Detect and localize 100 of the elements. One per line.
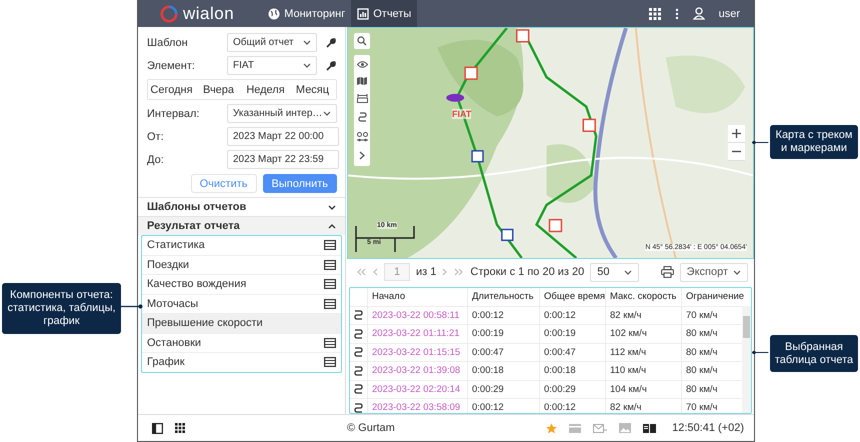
page-count: из 1 bbox=[416, 266, 436, 278]
zoom-in-button[interactable] bbox=[728, 125, 745, 143]
table-icon bbox=[324, 240, 336, 250]
map-layers-icon[interactable] bbox=[357, 77, 367, 85]
nav-tab[interactable]: Отчеты bbox=[351, 0, 418, 27]
more-icon[interactable] bbox=[674, 8, 679, 20]
table-cell: 0:00:47 bbox=[468, 344, 540, 361]
field-label: До: bbox=[147, 154, 165, 166]
time-link[interactable]: 2023-03-22 02:20:14 bbox=[368, 380, 468, 398]
leader-line bbox=[121, 304, 143, 309]
ruler-icon[interactable] bbox=[356, 94, 368, 103]
copyright-text: © Gurtam bbox=[347, 422, 395, 434]
field-label: Интервал: bbox=[147, 108, 200, 120]
report-component[interactable]: Статистика bbox=[142, 236, 341, 256]
table-cell: 0:00:47 bbox=[540, 344, 606, 361]
table-icon bbox=[324, 338, 336, 348]
star-icon[interactable] bbox=[546, 422, 558, 434]
section-header[interactable]: Результат отчета bbox=[138, 216, 345, 235]
caret-icon bbox=[303, 63, 311, 68]
table-cell: 104 км/ч bbox=[606, 380, 682, 398]
caret-icon bbox=[733, 270, 741, 274]
template-select[interactable]: Общий отчет bbox=[227, 33, 317, 52]
table-cell-text: 80 км/ч bbox=[685, 346, 718, 360]
date-field[interactable]: 2023 Март 22 23:59 bbox=[227, 150, 339, 169]
eye-icon[interactable] bbox=[356, 61, 368, 68]
table-cell: 102 км/ч bbox=[606, 325, 682, 342]
globe-icon bbox=[268, 8, 280, 20]
apps-icon[interactable] bbox=[648, 8, 661, 20]
table-cell: 0:00:19 bbox=[468, 325, 540, 342]
field-label: Элемент: bbox=[147, 60, 196, 72]
date-field[interactable]: 2023 Март 22 00:00 bbox=[227, 127, 339, 146]
callout-box: Компоненты отчета: статистика, таблицы, график bbox=[2, 283, 121, 334]
time-link[interactable]: 2023-03-22 01:15:15 bbox=[368, 344, 468, 361]
table-cell: 0:00:12 bbox=[468, 399, 540, 413]
table-cell-text: 70 км/ч bbox=[685, 401, 718, 413]
export-button[interactable]: Экспорт bbox=[680, 262, 748, 282]
field-label: От: bbox=[147, 130, 165, 142]
time-link[interactable]: 2023-03-22 00:58:11 bbox=[368, 306, 468, 324]
route-icon[interactable] bbox=[358, 112, 366, 123]
report-component[interactable]: Остановки bbox=[142, 334, 341, 353]
callout-box: Выбранная таблица отчета bbox=[770, 335, 858, 372]
column-header[interactable]: Начало bbox=[368, 288, 468, 306]
logo-icon bbox=[160, 4, 178, 22]
page-size-select[interactable]: 50 bbox=[590, 262, 638, 282]
rows-info: Строки с 1 по 20 из 20 bbox=[470, 266, 584, 278]
time-link[interactable]: 2023-03-22 03:58:09 bbox=[368, 399, 468, 413]
layout-icon[interactable] bbox=[643, 424, 656, 432]
report-component[interactable]: Превышение скорости bbox=[142, 314, 341, 334]
column-header[interactable]: Ограничение bbox=[682, 288, 751, 306]
track-icon[interactable] bbox=[354, 328, 363, 339]
plus-icon bbox=[732, 129, 741, 138]
track-icon[interactable] bbox=[354, 310, 363, 320]
callout-box: Карта с треком и маркерами bbox=[770, 125, 858, 159]
table-cell: 82 км/ч bbox=[606, 306, 682, 324]
unit-label: FIAT bbox=[452, 109, 472, 119]
scrollbar[interactable] bbox=[742, 306, 751, 413]
column-header[interactable]: Общее время bbox=[540, 288, 606, 306]
period-tab[interactable]: Сегодня bbox=[148, 80, 195, 99]
track-icon[interactable] bbox=[354, 402, 363, 413]
chevron-right-icon[interactable] bbox=[359, 151, 365, 160]
column-header[interactable]: Макс. скорость bbox=[606, 288, 682, 306]
track-icon[interactable] bbox=[354, 347, 363, 358]
user-name[interactable]: user bbox=[718, 8, 740, 20]
caret-icon bbox=[624, 270, 632, 274]
caret-icon bbox=[303, 40, 311, 45]
scale-bar bbox=[355, 226, 415, 252]
table-icon bbox=[324, 298, 336, 309]
table-icon bbox=[324, 357, 336, 368]
caret-icon bbox=[323, 111, 331, 116]
search-button[interactable] bbox=[354, 33, 370, 49]
chevron-icon bbox=[328, 204, 336, 210]
table-cell: 82 км/ч bbox=[606, 399, 682, 413]
report-component[interactable]: График bbox=[142, 353, 341, 372]
time-link[interactable]: 2023-03-22 01:39:08 bbox=[368, 362, 468, 380]
table-cell: 110 км/ч bbox=[606, 362, 682, 380]
unit-select[interactable]: FIAT bbox=[227, 56, 317, 75]
nav-tab[interactable]: Мониторинг bbox=[262, 0, 352, 27]
table-cell: 0:00:29 bbox=[540, 380, 606, 398]
table-cell-text: 80 км/ч bbox=[685, 382, 718, 397]
grid-icon[interactable] bbox=[175, 423, 185, 433]
leader-line bbox=[752, 350, 770, 355]
report-component[interactable]: Качество вождения bbox=[142, 275, 341, 294]
time-link[interactable]: 2023-03-22 01:11:21 bbox=[368, 325, 468, 342]
geofence-icon[interactable] bbox=[356, 132, 368, 142]
track-icon[interactable] bbox=[354, 384, 363, 394]
report-component[interactable]: Поездки bbox=[142, 256, 341, 275]
panel-toggle-icon[interactable] bbox=[152, 422, 163, 434]
track-icon[interactable] bbox=[354, 366, 363, 376]
table-cell: 0:00:29 bbox=[468, 380, 540, 398]
table-cell-text: 80 км/ч bbox=[685, 364, 718, 378]
table-icon bbox=[324, 260, 336, 270]
table-cell: 0:00:12 bbox=[540, 399, 606, 413]
field-label: Шаблон bbox=[147, 36, 189, 48]
leader-line bbox=[752, 140, 770, 145]
interval-select[interactable]: Указанный интер… bbox=[227, 104, 337, 123]
print-icon[interactable] bbox=[660, 266, 674, 278]
chart-icon bbox=[357, 8, 370, 20]
user-icon[interactable] bbox=[692, 7, 705, 20]
column-header[interactable]: Длительность bbox=[468, 288, 540, 306]
table-cell-text: 70 км/ч bbox=[685, 308, 718, 323]
